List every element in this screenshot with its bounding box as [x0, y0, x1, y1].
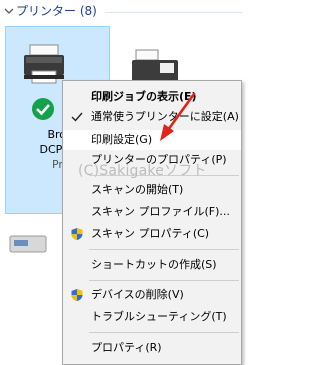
menu-item-label: スキャン プロパティ(C): [91, 227, 210, 240]
printer-name-line: Bro: [47, 128, 66, 141]
group-title: プリンター (8): [16, 4, 97, 18]
menu-item-scan-profiles[interactable]: スキャン プロファイル(F)...: [63, 202, 241, 222]
menu-separator: [89, 249, 239, 250]
group-divider: [105, 12, 242, 13]
group-header-printers[interactable]: プリンター (8): [0, 0, 242, 22]
printer-name: Bro DCP- Pri: [6, 127, 66, 172]
chevron-down-icon[interactable]: [3, 5, 15, 17]
context-menu: 印刷ジョブの表示(E) 通常使うプリンターに設定(A) 印刷設定(G) プリンタ…: [62, 80, 242, 365]
printer-name-line: DCP-: [39, 143, 66, 156]
menu-separator: [89, 280, 239, 281]
menu-item-label: 通常使うプリンターに設定(A): [91, 110, 239, 123]
check-icon: [69, 110, 85, 124]
shield-icon: [69, 288, 85, 302]
printer-icon: [20, 41, 68, 89]
menu-item-label: プロパティ(R): [91, 341, 162, 354]
menu-item-scan-properties[interactable]: スキャン プロパティ(C): [63, 224, 241, 244]
printer-name-line: Pri: [51, 158, 66, 171]
menu-item-troubleshoot[interactable]: トラブルシューティング(T): [63, 307, 241, 327]
device-icon[interactable]: [8, 228, 48, 258]
menu-item-set-default[interactable]: 通常使うプリンターに設定(A): [63, 107, 241, 127]
menu-item-label: トラブルシューティング(T): [91, 310, 227, 323]
menu-item-label: スキャンの開始(T): [91, 183, 184, 196]
watermark-text: (C)Sakigakeソフト: [78, 163, 207, 179]
menu-item-label: 印刷ジョブの表示(E): [91, 90, 197, 103]
menu-separator: [89, 332, 239, 333]
menu-item-label: ショートカットの作成(S): [91, 258, 217, 271]
menu-item-view-print-jobs[interactable]: 印刷ジョブの表示(E): [63, 87, 241, 107]
menu-item-properties[interactable]: プロパティ(R): [63, 338, 241, 358]
menu-item-label: 印刷設定(G): [91, 133, 153, 146]
menu-item-remove-device[interactable]: デバイスの削除(V): [63, 285, 241, 305]
default-printer-check-icon: [31, 97, 55, 121]
menu-item-start-scan[interactable]: スキャンの開始(T): [63, 180, 241, 200]
menu-item-printing-preferences[interactable]: 印刷設定(G): [63, 130, 241, 150]
shield-icon: [69, 227, 85, 241]
menu-item-create-shortcut[interactable]: ショートカットの作成(S): [63, 255, 241, 275]
menu-item-label: スキャン プロファイル(F)...: [91, 205, 230, 218]
menu-item-label: デバイスの削除(V): [91, 288, 184, 301]
